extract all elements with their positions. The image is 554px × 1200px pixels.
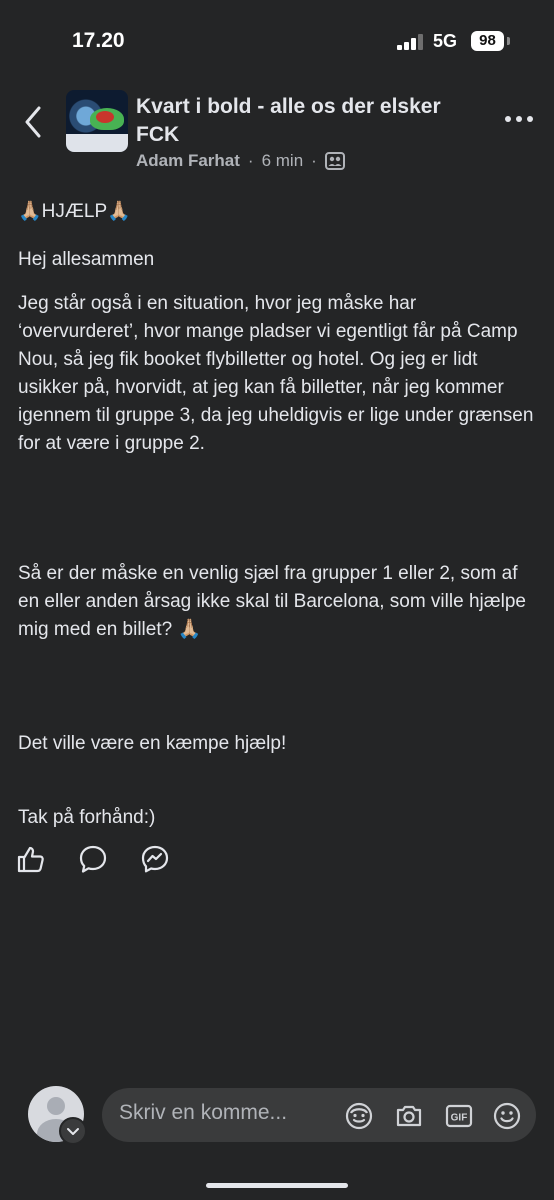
comment-bar: Skriv en komme... GIF — [0, 1076, 554, 1156]
chevron-down-icon[interactable] — [59, 1117, 87, 1145]
avatar-sticker-icon[interactable] — [344, 1101, 374, 1131]
meta-separator-2: · — [311, 151, 317, 170]
comment-icon[interactable] — [78, 844, 108, 874]
group-title[interactable]: Kvart i bold - alle os der elsker FCK — [136, 93, 466, 149]
post-paragraph-4: Tak på forhånd:) — [18, 807, 156, 828]
post-header: Kvart i bold - alle os der elsker FCK Ad… — [0, 80, 554, 180]
network-type: 5G — [433, 31, 458, 51]
messenger-icon[interactable] — [140, 844, 170, 874]
post-headline: 🙏🏼HJÆLP🙏🏼 — [18, 201, 131, 222]
post-paragraph-3: Det ville være en kæmpe hjælp! — [18, 733, 287, 754]
meta-separator: · — [247, 151, 254, 170]
post-paragraph-1: Jeg står også i en situation, hvor jeg m… — [18, 293, 534, 454]
post-actions — [16, 844, 216, 876]
battery-icon: 98 — [471, 31, 504, 51]
more-options-icon[interactable] — [504, 114, 534, 124]
post-greeting: Hej allesammen — [18, 249, 155, 270]
post-time[interactable]: 6 min — [262, 151, 304, 171]
comment-placeholder: Skriv en komme... — [119, 1101, 288, 1124]
comment-input[interactable]: Skriv en komme... GIF — [102, 1088, 536, 1142]
post-meta: Adam Farhat · 6 min · — [136, 151, 345, 171]
gif-icon[interactable]: GIF — [444, 1101, 474, 1131]
author-name[interactable]: Adam Farhat — [136, 151, 240, 171]
post-paragraph-2: Så er der måske en venlig sjæl fra grupp… — [18, 563, 526, 640]
group-audience-icon — [324, 152, 345, 170]
battery-cap — [507, 37, 510, 45]
back-arrow-icon[interactable] — [22, 104, 44, 140]
svg-text:GIF: GIF — [451, 1113, 468, 1124]
status-bar: 17.20 5G 98 — [0, 0, 554, 80]
group-avatar[interactable] — [66, 90, 128, 152]
home-indicator[interactable] — [206, 1183, 348, 1188]
status-time: 17.20 — [72, 29, 125, 52]
emoji-icon[interactable] — [492, 1101, 522, 1131]
like-icon[interactable] — [16, 844, 46, 874]
camera-icon[interactable] — [394, 1101, 424, 1131]
signal-icon — [397, 34, 423, 50]
